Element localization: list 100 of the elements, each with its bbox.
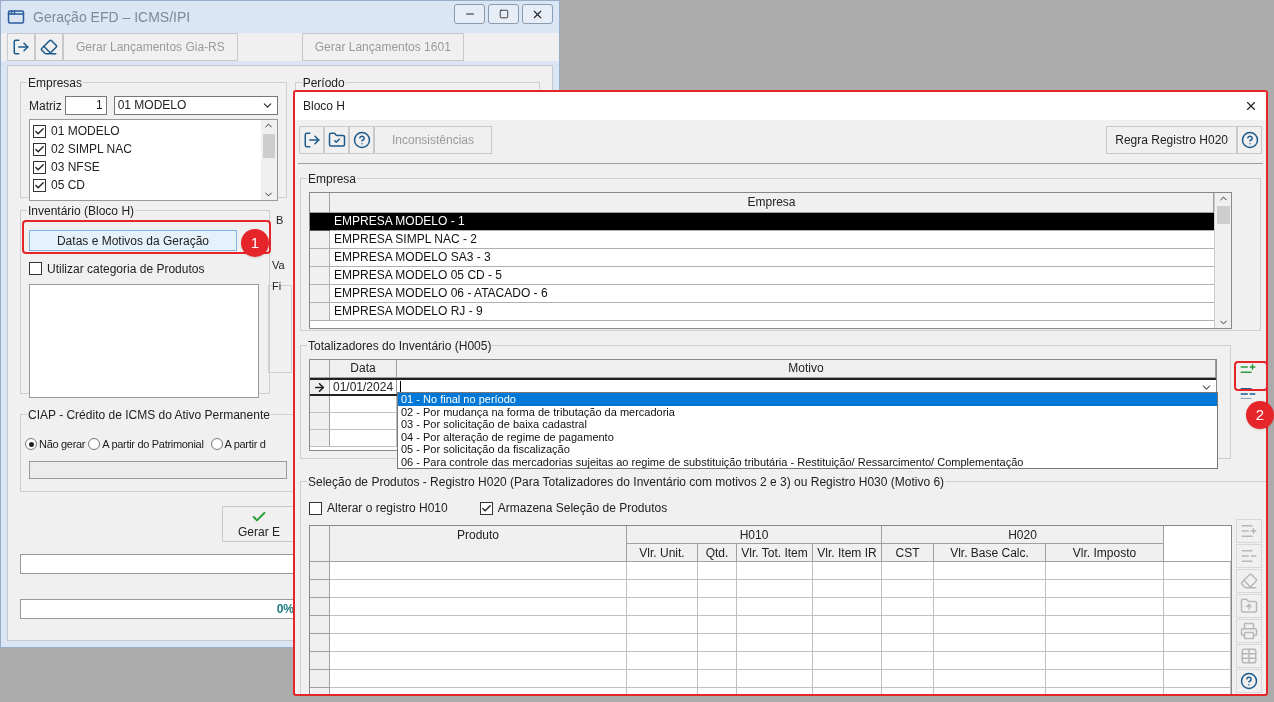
dropdown-option[interactable]: 03 - Por solicitação de baixa cadastral [398, 418, 1217, 431]
table-cell [813, 616, 882, 634]
checkbox[interactable] [33, 160, 46, 174]
header-corner [310, 526, 330, 562]
dropdown-option[interactable]: 02 - Por mudança na forma de tributação da mercadoria [398, 405, 1217, 418]
table-row[interactable]: EMPRESA MODELO 05 CD - 5 [310, 267, 1214, 285]
list-plus-icon [1240, 522, 1258, 540]
table-cell [627, 598, 698, 616]
toolbar-button[interactable] [35, 33, 63, 61]
table-row[interactable]: EMPRESA MODELO - 1 [310, 213, 1214, 231]
column-header: H020 [882, 526, 1164, 544]
row-header[interactable] [310, 634, 330, 652]
table-row[interactable]: EMPRESA MODELO RJ - 9 [310, 303, 1214, 321]
table-cell [882, 634, 934, 652]
toolbar-button[interactable] [7, 33, 35, 61]
row-header[interactable] [310, 580, 330, 598]
table-cell [627, 562, 698, 580]
company-label: 02 SIMPL NAC [51, 141, 132, 158]
column-header: Produto [330, 526, 627, 562]
table-cell [813, 652, 882, 670]
row-header[interactable] [310, 616, 330, 634]
checkbox[interactable] [33, 124, 46, 138]
radio-label: Não gerar [39, 437, 86, 452]
table-cell [882, 616, 934, 634]
progress-text: 0% [276, 601, 294, 618]
table-cell [627, 616, 698, 634]
app-icon [7, 8, 25, 26]
toolbar-button[interactable] [349, 126, 374, 154]
table-cell [627, 634, 698, 652]
company-label: 01 MODELO [51, 123, 120, 140]
close-button[interactable] [522, 4, 553, 24]
exit-icon [302, 131, 321, 149]
row-header[interactable] [310, 396, 330, 412]
row-header[interactable] [310, 652, 330, 670]
scrollbar[interactable] [260, 120, 277, 200]
radio-label: A partir d [224, 437, 266, 452]
company-select[interactable]: 01 MODELO [113, 96, 278, 115]
column-header: Vlr. Item IR [813, 544, 882, 562]
column-header: Vlr. Unit. [627, 544, 698, 562]
row-header[interactable] [310, 670, 330, 688]
help-icon [1240, 672, 1258, 690]
checkbox[interactable] [479, 501, 493, 515]
radio-button[interactable] [88, 438, 101, 451]
partial-label: Va [272, 257, 286, 273]
scroll-thumb[interactable] [262, 134, 275, 158]
generate-button[interactable]: Gerar E [222, 506, 296, 542]
partial-label: B [276, 213, 285, 228]
eraser-icon [40, 38, 58, 56]
dropdown-option[interactable]: 05 - Por solicitação da fiscalização [398, 443, 1217, 456]
scrollbar[interactable] [1214, 193, 1231, 328]
toolbar-button[interactable] [299, 126, 324, 154]
checkbox[interactable] [309, 501, 322, 515]
text-field[interactable] [29, 460, 287, 479]
table-cell [813, 634, 882, 652]
table-cell [882, 670, 934, 688]
minimize-button[interactable] [454, 4, 485, 24]
table-cell [882, 562, 934, 580]
table-cell [1164, 652, 1231, 670]
dropdown-option[interactable]: 01 - No final no período [398, 393, 1217, 406]
close-icon[interactable] [1244, 99, 1258, 113]
row-header[interactable] [310, 413, 330, 429]
header-corner [310, 360, 330, 378]
table-cell [698, 670, 737, 688]
checkbox[interactable] [29, 262, 42, 275]
row-header[interactable] [310, 598, 330, 616]
dropdown-option[interactable]: 04 - Por alteração de regime de pagamento [398, 430, 1217, 443]
row-header[interactable] [310, 430, 330, 446]
text-field[interactable] [20, 554, 296, 574]
radio-button[interactable] [210, 438, 223, 451]
rule-button[interactable]: Regra Registro H020 [1106, 126, 1237, 154]
checkbox[interactable] [33, 142, 46, 156]
matriz-field[interactable]: 1 [64, 96, 107, 115]
table-cell [813, 562, 882, 580]
dropdown-option[interactable]: 06 - Para controle das mercadorias sujeitas ao regime de substituição tributária - Restituição/ Ressarcimento/ Complementação [398, 455, 1217, 468]
company-label: 03 NFSE [51, 159, 100, 176]
maximize-button[interactable] [488, 4, 519, 24]
column-header: CST [882, 544, 934, 562]
table-cell [698, 598, 737, 616]
table-cell [882, 580, 934, 598]
radio-button[interactable] [25, 438, 37, 451]
scroll-thumb[interactable] [1216, 206, 1230, 224]
table-row[interactable]: EMPRESA SIMPL NAC - 2 [310, 231, 1214, 249]
table-cell [627, 652, 698, 670]
column-header: Motivo [397, 360, 1216, 378]
help-button[interactable] [1237, 126, 1262, 154]
table-cell [882, 652, 934, 670]
table-cell [698, 616, 737, 634]
toolbar-button[interactable] [324, 126, 349, 154]
table-cell [698, 580, 737, 598]
window-title: Geração EFD – ICMS/IPI [33, 7, 191, 27]
side-tool-button[interactable] [1236, 669, 1262, 693]
group-label: Período [302, 76, 345, 90]
table-cell [1164, 598, 1231, 616]
step-badge: 2 [1246, 401, 1274, 429]
scroll-up-icon[interactable] [263, 120, 275, 131]
table-row[interactable]: EMPRESA MODELO SA3 - 3 [310, 249, 1214, 267]
table-row[interactable]: EMPRESA MODELO 06 - ATACADO - 6 [310, 285, 1214, 303]
dates-reasons-button[interactable]: Datas e Motivos da Geração [29, 230, 237, 251]
row-header[interactable] [310, 562, 330, 580]
checkbox[interactable] [33, 178, 46, 192]
